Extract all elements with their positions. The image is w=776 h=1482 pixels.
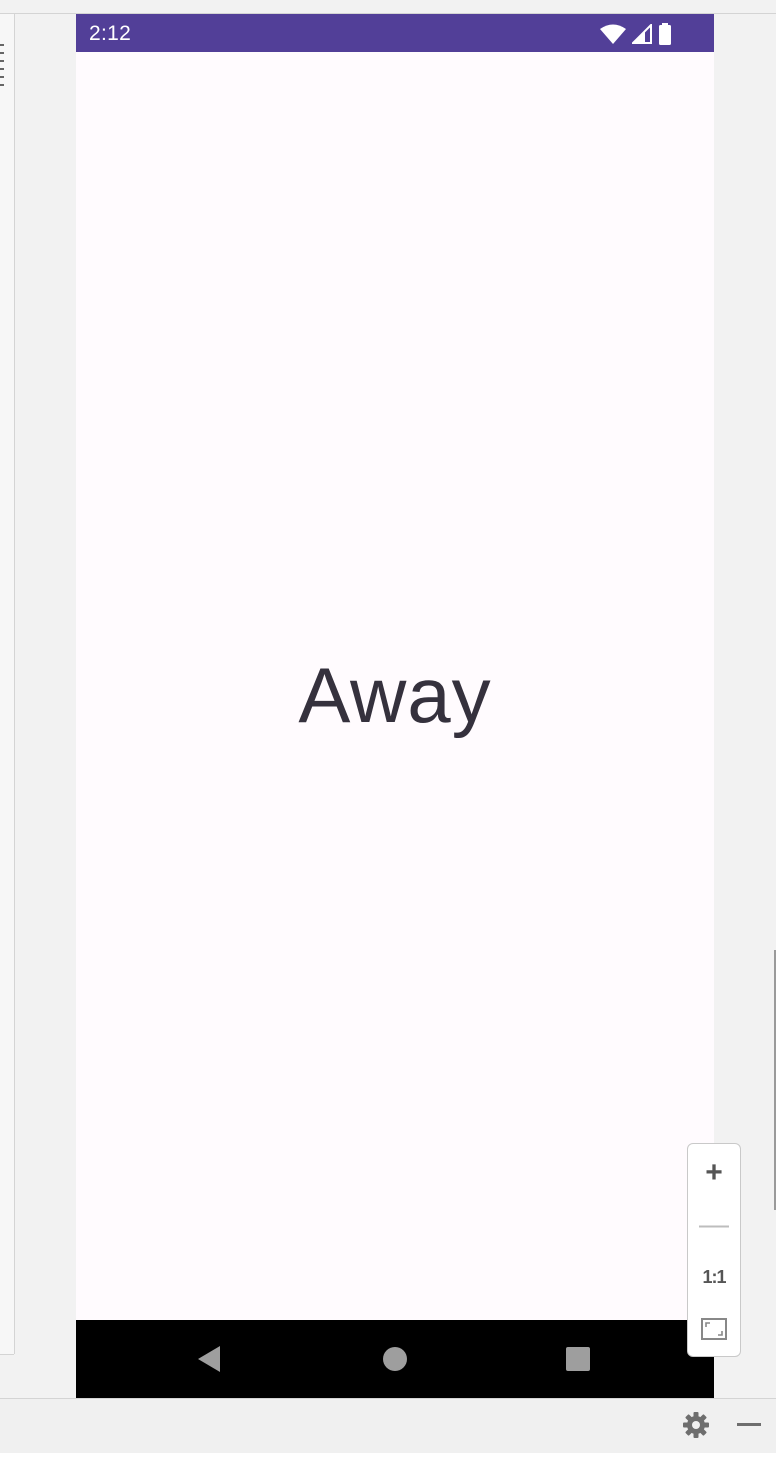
wifi-icon — [600, 24, 626, 44]
left-tool-strip[interactable] — [0, 14, 15, 1354]
minimize-icon — [737, 1423, 761, 1426]
app-screen: Away — [76, 52, 714, 1320]
zoom-out-button[interactable]: — — [688, 1199, 740, 1251]
fit-screen-icon — [701, 1318, 727, 1340]
settings-button[interactable] — [680, 1409, 712, 1441]
minimize-button[interactable] — [733, 1409, 765, 1441]
tool-strip-label[interactable] — [0, 44, 6, 154]
battery-icon — [659, 23, 671, 45]
status-time: 2:12 — [89, 22, 132, 45]
status-icons — [600, 23, 672, 45]
gear-icon — [683, 1412, 709, 1438]
recents-button[interactable] — [543, 1320, 613, 1398]
left-strip-bottom — [0, 1354, 14, 1399]
bottom-area — [0, 1453, 776, 1482]
actual-size-button[interactable]: 1:1 — [688, 1251, 740, 1303]
away-label: Away — [298, 651, 492, 739]
signal-icon — [632, 24, 652, 44]
back-button[interactable] — [174, 1320, 244, 1398]
home-button[interactable] — [360, 1320, 430, 1398]
back-icon — [198, 1346, 220, 1372]
home-icon — [383, 1347, 407, 1371]
tool-window-bar — [0, 1398, 776, 1454]
zoom-fit-button[interactable] — [688, 1303, 740, 1355]
navigation-bar — [76, 1320, 714, 1398]
device-frame: 2:12 Away — [76, 14, 714, 1398]
zoom-in-button[interactable]: + — [688, 1147, 740, 1199]
status-bar: 2:12 — [76, 14, 714, 52]
top-border — [0, 0, 776, 14]
recents-icon — [566, 1347, 590, 1371]
zoom-controls: + — 1:1 — [687, 1143, 741, 1357]
